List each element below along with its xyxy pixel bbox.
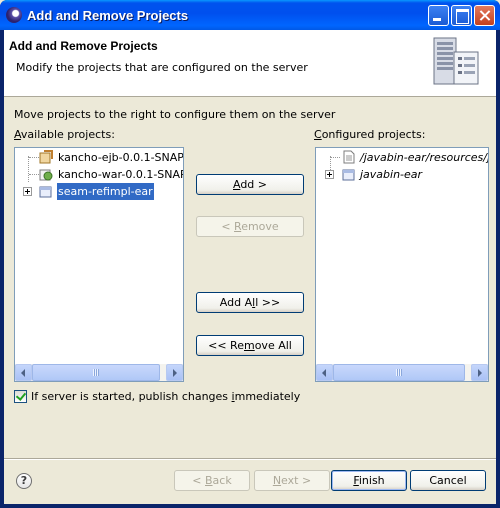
configured-projects-label: Configured projects: xyxy=(314,128,426,141)
available-projects-tree[interactable]: kancho-ejb-0.0.1-SNAPSH kancho-war-0.0.1… xyxy=(14,147,184,382)
list-item-label: javabin-ear xyxy=(360,168,423,181)
list-item-label: kancho-war-0.0.1-SNAPSH xyxy=(58,168,183,181)
scroll-thumb[interactable] xyxy=(32,364,160,381)
publish-checkbox[interactable] xyxy=(14,390,27,403)
eclipse-icon xyxy=(6,7,22,23)
window-title: Add and Remove Projects xyxy=(27,8,189,23)
header-banner: Add and Remove Projects Modify the proje… xyxy=(4,30,496,97)
back-button[interactable]: < Back xyxy=(174,470,250,491)
add-button[interactable]: Add > xyxy=(196,174,304,195)
expand-icon[interactable] xyxy=(23,187,32,196)
list-item[interactable]: kancho-war-0.0.1-SNAPSH xyxy=(15,166,183,183)
scroll-thumb[interactable] xyxy=(333,364,465,381)
page-title: Add and Remove Projects xyxy=(9,39,158,53)
help-icon[interactable]: ? xyxy=(16,473,32,489)
minimize-button[interactable] xyxy=(428,5,449,26)
ejb-project-icon xyxy=(39,150,53,164)
server-icon xyxy=(433,37,479,85)
scroll-right-icon[interactable] xyxy=(166,364,183,381)
list-item[interactable]: /javabin-ear/resources/ja xyxy=(316,149,488,166)
dialog-window: Add and Remove Projects Add and Remove P… xyxy=(0,0,500,508)
available-projects-label: Available projects: xyxy=(14,128,115,141)
configured-projects-tree[interactable]: /javabin-ear/resources/ja javabin-ear xyxy=(315,147,489,382)
scroll-left-icon[interactable] xyxy=(15,364,32,381)
finish-button[interactable]: Finish xyxy=(331,470,407,491)
page-description: Modify the projects that are configured … xyxy=(16,61,308,74)
ear-project-icon xyxy=(39,186,52,198)
close-button[interactable] xyxy=(474,5,495,26)
dialog-client-area: Add and Remove Projects Modify the proje… xyxy=(4,30,496,504)
horizontal-scrollbar[interactable] xyxy=(316,364,488,381)
expand-icon[interactable] xyxy=(325,170,334,179)
list-item[interactable]: javabin-ear xyxy=(316,166,488,183)
scroll-left-icon[interactable] xyxy=(316,364,333,381)
list-item-label: seam-refimpl-ear xyxy=(57,183,154,200)
web-project-icon xyxy=(39,169,53,181)
maximize-button[interactable] xyxy=(451,5,472,26)
divider xyxy=(4,458,496,460)
remove-all-button[interactable]: << Remove All xyxy=(196,335,304,356)
list-item-label: /javabin-ear/resources/ja xyxy=(360,151,488,164)
next-button[interactable]: Next > xyxy=(254,470,330,491)
publish-checkbox-label[interactable]: If server is started, publish changes im… xyxy=(31,390,300,403)
horizontal-scrollbar[interactable] xyxy=(15,364,183,381)
ear-project-icon xyxy=(342,169,355,181)
scroll-right-icon[interactable] xyxy=(471,364,488,381)
instruction-text: Move projects to the right to configure … xyxy=(14,108,336,121)
cancel-button[interactable]: Cancel xyxy=(410,470,486,491)
title-bar[interactable]: Add and Remove Projects xyxy=(0,0,500,30)
list-item-label: kancho-ejb-0.0.1-SNAPSH xyxy=(58,151,183,164)
list-item[interactable]: seam-refimpl-ear xyxy=(15,183,183,200)
add-all-button[interactable]: Add All >> xyxy=(196,292,304,313)
file-icon xyxy=(343,150,355,164)
remove-button[interactable]: < Remove xyxy=(196,216,304,237)
list-item[interactable]: kancho-ejb-0.0.1-SNAPSH xyxy=(15,149,183,166)
